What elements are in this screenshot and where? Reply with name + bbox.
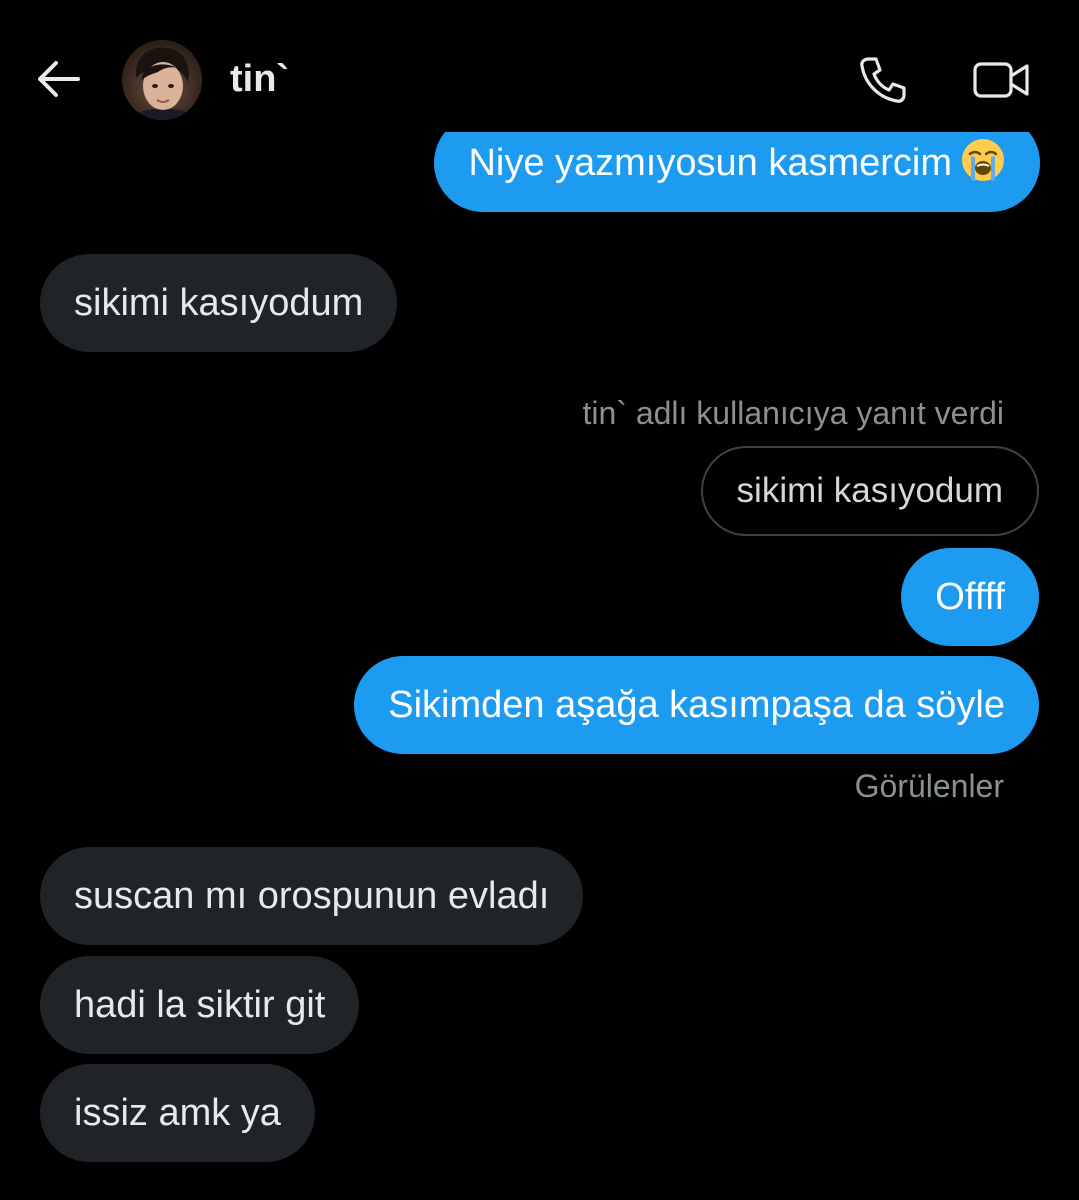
phone-icon (860, 57, 906, 103)
video-call-button[interactable] (972, 58, 1030, 102)
message-text: Offff (935, 576, 1005, 618)
message-bubble-sent[interactable]: Offff (901, 548, 1039, 646)
avatar[interactable] (122, 40, 202, 120)
message-text: suscan mı orospunun evladı (74, 875, 550, 917)
message-bubble-sent[interactable]: Sikimden aşağa kasımpaşa da söyle (354, 656, 1039, 754)
back-button[interactable] (34, 58, 82, 100)
loudly-crying-face-icon (962, 139, 1004, 181)
contact-name[interactable]: tin` (230, 55, 289, 103)
message-text: sikimi kasıyodum (74, 282, 364, 324)
quoted-message[interactable]: sikimi kasıyodum (700, 446, 1039, 536)
seen-status-label[interactable]: Görülenler (855, 768, 1004, 805)
message-bubble-received[interactable]: issiz amk ya (40, 1064, 315, 1162)
call-button[interactable] (858, 55, 908, 105)
message-text: hadi la siktir git (74, 984, 326, 1026)
profile-photo (122, 40, 202, 120)
message-text: Niye yazmıyosun kasmercim (468, 142, 952, 184)
reply-context-label: tin` adlı kullanıcıya yanıt verdi (582, 395, 1004, 431)
message-bubble-received[interactable]: suscan mı orospunun evladı (40, 847, 584, 945)
quoted-text: sikimi kasıyodum (736, 471, 1003, 510)
video-camera-icon (973, 62, 1029, 98)
chat-header: tin` (0, 0, 1079, 132)
message-text: Sikimden aşağa kasımpaşa da söyle (388, 684, 1005, 726)
arrow-left-icon (38, 61, 80, 97)
message-bubble-received[interactable]: sikimi kasıyodum (40, 254, 398, 352)
message-text: issiz amk ya (74, 1092, 281, 1134)
message-bubble-received[interactable]: hadi la siktir git (40, 956, 360, 1054)
